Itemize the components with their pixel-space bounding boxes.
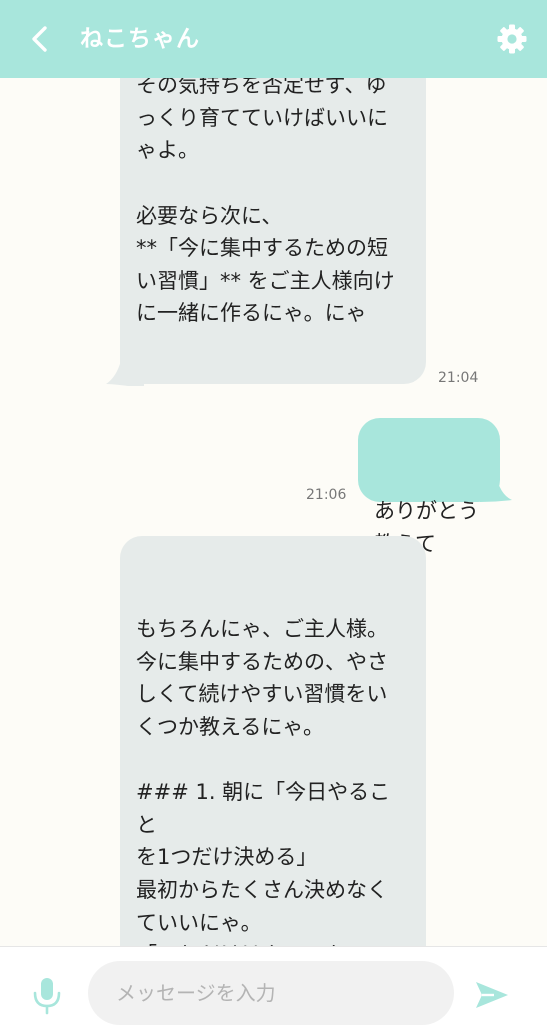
message-text: もちろんにゃ、ご主人様。 今に集中するための、やさ しくて続けやすい習慣をい く… [136,617,391,946]
chevron-left-icon[interactable] [24,22,58,56]
microphone-icon[interactable] [32,977,62,1015]
send-icon[interactable] [474,980,510,1010]
chat-title: ねこちゃん [80,26,200,52]
message-bubble-cat: あっていいことなんだにゃ。 大切に受け取ったにゃ。 その気持ちを否定せず、ゆ っ… [120,78,426,384]
message-timestamp: 21:04 [438,370,479,386]
message-list[interactable]: あっていいことなんだにゃ。 大切に受け取ったにゃ。 その気持ちを否定せず、ゆ っ… [0,78,547,946]
message-bubble-user: ありがとう 教えて [358,418,500,556]
gear-icon[interactable] [496,23,528,55]
message-input-bar [0,946,547,1025]
message-timestamp: 21:06 [306,487,347,503]
header-bar: ねこちゃん [0,0,547,78]
message-text: あっていいことなんだにゃ。 大切に受け取ったにゃ。 その気持ちを否定せず、ゆ っ… [136,78,395,326]
bubble-tail [480,466,512,502]
bubble-tail [106,348,144,386]
message-input[interactable] [88,961,454,1025]
message-bubble-cat: もちろんにゃ、ご主人様。 今に集中するための、やさ しくて続けやすい習慣をい く… [120,536,426,946]
